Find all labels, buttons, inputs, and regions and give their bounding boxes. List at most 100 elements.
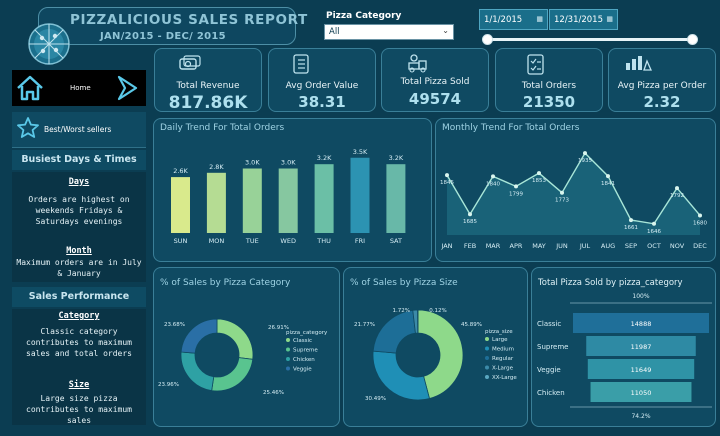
legend-swatch (485, 365, 489, 370)
monthly-tick-label: OCT (647, 242, 661, 250)
star-icon[interactable] (16, 116, 40, 140)
monthly-point (537, 171, 541, 176)
funnel-category-label: Chicken (537, 389, 565, 397)
donut-slice (372, 309, 416, 354)
kpi-card-avg-pizza-per-order: Avg Pizza per Order 2.32 (608, 48, 716, 112)
monthly-area (447, 153, 700, 235)
donut-slice-label: 0.12% (429, 308, 446, 314)
kpi-label: Total Pizza Sold (400, 77, 470, 87)
daily-tick-label: SAT (390, 237, 402, 245)
daily-bar-label: 3.0K (281, 159, 296, 167)
checklist-icon (527, 54, 544, 75)
chevron-right-icon[interactable] (116, 74, 140, 102)
monthly-tick-label: NOV (670, 242, 685, 250)
kpi-card-total-revenue: Total Revenue 817.86K (154, 48, 262, 113)
monthly-point (468, 212, 472, 217)
legend-label: Chicken (293, 357, 315, 363)
funnel-bar-label: 11050 (631, 389, 652, 397)
funnel-bottom-label: 74.2% (631, 413, 650, 420)
calendar-icon: ▦ (536, 15, 543, 23)
category-text-line: sales and total orders (26, 349, 132, 358)
date-slider-end-handle[interactable] (687, 34, 698, 45)
monthly-point (652, 221, 656, 226)
daily-tick-label: SUN (174, 237, 188, 245)
monthly-tick-label: MAY (532, 242, 546, 250)
donut-slice-label: 21.77% (354, 322, 375, 328)
daily-bar (314, 164, 334, 233)
monthly-tick-label: JAN (440, 242, 452, 250)
monthly-point-label: 1841 (601, 181, 615, 187)
kpi-value: 817.86K (168, 93, 248, 113)
kpi-card-total-pizza-sold: Total Pizza Sold 49574 (381, 48, 489, 112)
daily-bar-label: 3.0K (245, 159, 260, 167)
donut-slice (216, 318, 254, 360)
daily-bar-label: 3.2K (389, 154, 404, 162)
days-text-line: weekends Fridays & (35, 206, 123, 215)
monthly-tick-label: FEB (464, 242, 476, 250)
legend-swatch (485, 356, 489, 360)
monthly-tick-label: DEC (693, 242, 707, 250)
category-donut-chart: % of Sales by Pizza Category 26.91% 25.46… (153, 267, 340, 427)
legend-label: Large (492, 337, 508, 343)
monthly-point (698, 213, 702, 218)
monthly-trend-svg: 1845 JAN 1685 FEB 1840 MAR 1799 APR 1853 MAY 1773 J… (440, 151, 707, 250)
calendar-icon: ▦ (606, 15, 613, 23)
report-title: PIZZALICIOUS SALES REPORT (70, 12, 308, 28)
size-title: Size (68, 380, 90, 390)
legend-label: Classic (293, 338, 312, 344)
busiest-heading: Busiest Days & Times (12, 150, 146, 170)
legend-swatch (485, 337, 489, 341)
donut-slice-label: 1.72% (393, 308, 410, 314)
daily-bar-label: 2.6K (173, 167, 188, 175)
daily-bar (278, 168, 298, 233)
pizza-category-label: Pizza Category (326, 11, 402, 21)
pizza-logo-icon (28, 23, 70, 65)
funnel-chart: Total Pizza Sold by pizza_category 100% 1… (531, 267, 716, 427)
report-subtitle: JAN/2015 - DEC/ 2015 (100, 31, 226, 42)
monthly-point-label: 1935 (578, 158, 592, 164)
funnel-svg: 100% 14888 Classic 11987 Supreme 11649 Veggie 1… (537, 293, 712, 420)
donut-slice-label: 45.89% (461, 322, 482, 328)
funnel-category-label: Veggie (537, 366, 561, 374)
month-text-line: & January (57, 269, 101, 278)
legend-title: pizza_category (286, 330, 328, 336)
monthly-tick-label: JUN (555, 242, 568, 250)
daily-bar-label: 3.5K (353, 148, 368, 156)
funnel-bar-label: 11649 (631, 366, 652, 374)
funnel-category-label: Classic (537, 320, 561, 328)
kpi-card-avg-order-value: Avg Order Value 38.31 (268, 48, 376, 112)
kpi-value: 21350 (522, 93, 576, 111)
legend-label: Veggie (293, 367, 312, 373)
daily-bar (242, 168, 262, 233)
legend-label: Regular (492, 356, 514, 362)
kpi-label: Avg Pizza per Order (617, 81, 707, 91)
money-icon (179, 55, 201, 70)
monthly-point (560, 190, 564, 195)
delivery-icon (408, 54, 427, 73)
daily-trend-svg: 2.6K SUN 2.8K MON 3.0K TUE 3.0K WED 3.2K THU 3.5K F… (171, 148, 406, 245)
kpi-value: 49574 (408, 90, 462, 108)
home-icon[interactable] (14, 72, 46, 104)
date-range-slider[interactable] (487, 38, 693, 41)
pizza-category-dropdown[interactable]: All ⌄ (324, 24, 454, 40)
date-slider-start-handle[interactable] (482, 34, 493, 45)
monthly-point-label: 1845 (440, 180, 454, 186)
end-date-input[interactable]: 12/31/2015 ▦ (549, 9, 618, 30)
funnel-bar-label: 14888 (631, 320, 652, 328)
funnel-bar-label: 11987 (631, 343, 652, 351)
legend-swatch (286, 357, 290, 361)
monthly-point (675, 186, 679, 191)
days-title: Days (68, 177, 90, 187)
monthly-tick-label: AUG (601, 242, 615, 250)
monthly-point-label: 1853 (532, 178, 546, 184)
days-text-line: Saturdays evenings (35, 217, 123, 226)
kpi-label: Avg Order Value (285, 81, 359, 91)
performance-heading: Sales Performance (12, 287, 146, 307)
monthly-tick-label: SEP (625, 242, 637, 250)
monthly-tick-label: JUL (579, 242, 591, 250)
daily-tick-label: FRI (355, 237, 365, 245)
legend-swatch (286, 338, 290, 342)
category-title: Category (58, 311, 100, 321)
start-date-value: 1/1/2015 (484, 15, 523, 25)
start-date-input[interactable]: 1/1/2015 ▦ (479, 9, 548, 30)
